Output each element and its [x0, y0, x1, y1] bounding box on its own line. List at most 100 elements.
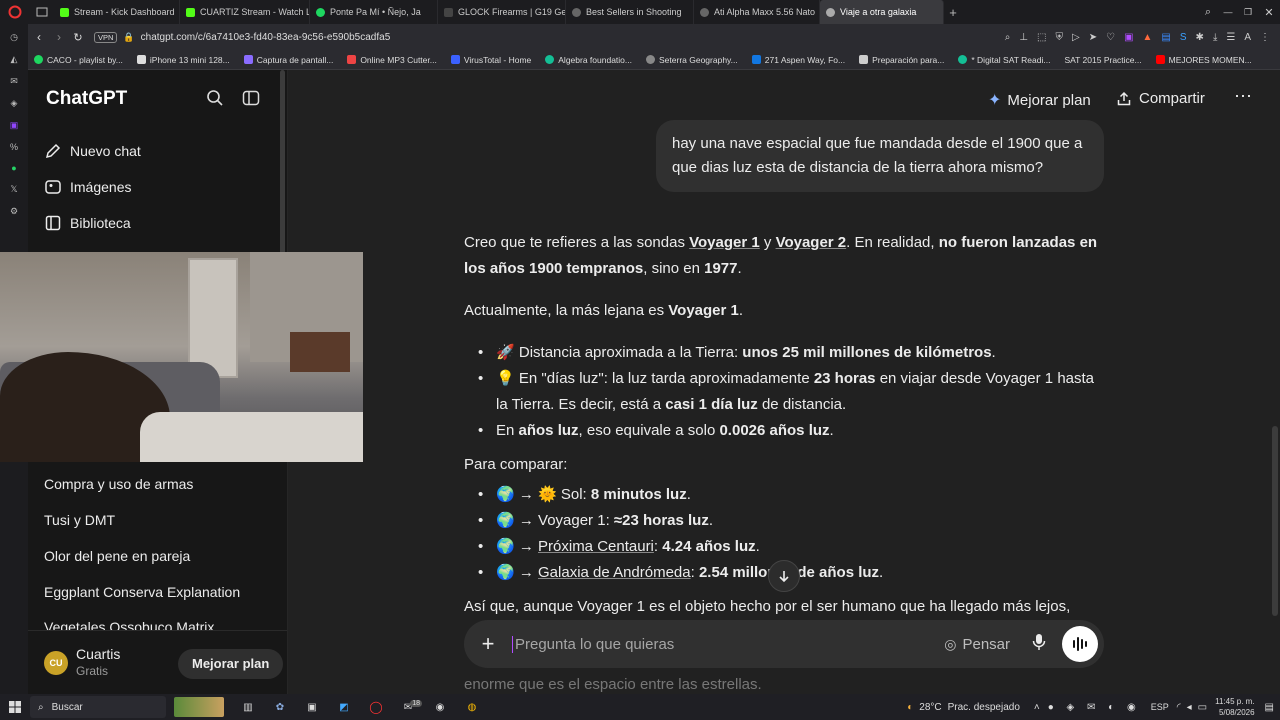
messenger-icon[interactable]: ✉ — [10, 76, 18, 87]
notification-icon[interactable]: ▤ — [1265, 702, 1274, 713]
pin-icon[interactable]: ⊥ — [1019, 32, 1028, 43]
crypto-icon[interactable]: % — [10, 142, 18, 152]
images-button[interactable]: Imágenes — [44, 178, 131, 196]
microphone-icon[interactable] — [1032, 633, 1046, 656]
bookmark-item[interactable]: MEJORES MOMEN... — [1155, 55, 1252, 65]
clock[interactable]: 11:45 p. m. 5/08/2026 — [1215, 696, 1254, 718]
new-chat-button[interactable]: Nuevo chat — [44, 142, 141, 160]
wifi-icon[interactable]: ◜ — [1177, 702, 1181, 713]
new-tab-button[interactable]: + — [944, 5, 962, 20]
bookmark-item[interactable]: VirusTotal - Home — [450, 55, 531, 65]
twitch-icon[interactable]: ▣ — [10, 120, 19, 131]
andromeda-link[interactable]: Galaxia de Andrómeda — [538, 564, 691, 581]
header-upgrade-button[interactable]: ✦ Mejorar plan — [988, 90, 1091, 110]
download-icon[interactable]: ⤓ — [1213, 32, 1217, 43]
attach-button[interactable]: + — [464, 631, 512, 657]
windows-start-icon[interactable] — [0, 701, 30, 713]
sidebar-upgrade-button[interactable]: Mejorar plan — [178, 649, 284, 679]
zoom-icon[interactable]: ⌕ — [1005, 32, 1011, 43]
share-button[interactable]: Compartir — [1116, 90, 1205, 107]
tab-cuartiz-stream[interactable]: CUARTIZ Stream - Watch L — [180, 0, 310, 24]
whatsapp-icon[interactable]: ● — [11, 163, 16, 173]
shield-icon[interactable]: ⛨ — [1056, 32, 1064, 43]
forward-icon[interactable]: › — [50, 30, 68, 44]
volume-icon[interactable]: ◂ — [1187, 702, 1192, 713]
tab-viaje-galaxia[interactable]: Viaje a otra galaxia — [820, 0, 944, 24]
close-icon[interactable]: ✕ — [1258, 6, 1280, 19]
x-icon[interactable]: 𝕏 — [10, 184, 17, 195]
copilot-icon[interactable]: ✿ — [264, 702, 296, 713]
play-icon[interactable]: ▷ — [1072, 32, 1080, 43]
bookmark-item[interactable]: iPhone 13 mini 128... — [136, 55, 230, 65]
ai-toolbar-icon[interactable]: A — [1244, 32, 1251, 43]
think-button[interactable]: ◎ Pensar — [944, 636, 1010, 653]
ai-icon[interactable]: ◈ — [11, 98, 18, 109]
reload-icon[interactable]: ↻ — [68, 31, 88, 44]
search-tabs-icon[interactable]: ⌕ — [1198, 6, 1218, 19]
history-icon[interactable]: ◷ — [10, 32, 18, 43]
taskbar-search[interactable]: ⌕ Buscar — [30, 696, 166, 718]
weather-icon[interactable]: ◐ — [907, 702, 913, 713]
bookmark-item[interactable]: Seterra Geography... — [646, 55, 738, 65]
voyager1-link[interactable]: Voyager 1 — [689, 234, 760, 251]
skype-icon[interactable]: S — [1180, 32, 1187, 43]
tab-ati-alpha[interactable]: Ati Alpha Maxx 5.56 Nato — [694, 0, 820, 24]
main-scrollbar[interactable] — [1272, 426, 1278, 616]
opera-taskbar-icon[interactable]: ◯ — [360, 700, 392, 714]
taskbar-widget[interactable] — [174, 697, 224, 717]
voice-mode-button[interactable] — [1062, 626, 1098, 662]
bookmark-item[interactable]: Algebra foundatio... — [545, 55, 632, 65]
easy-setup-icon[interactable]: ☰ — [1226, 32, 1235, 43]
user-profile[interactable]: CU Cuartis Gratis Mejorar plan — [28, 630, 287, 694]
aria-icon[interactable]: ◭ — [11, 54, 18, 65]
workspaces-icon[interactable] — [30, 0, 54, 24]
battery-icon[interactable]: ▭ — [1198, 702, 1207, 713]
bookmark-item[interactable]: CACO - playlist by... — [34, 55, 123, 65]
tab-spotify-song[interactable]: Ponte Pa Mí • Ñejo, Ja — [310, 0, 438, 24]
language-indicator[interactable]: ESP — [1151, 702, 1169, 712]
chatgpt-logo[interactable]: ChatGPT — [46, 88, 127, 110]
chat-history-item[interactable]: Compra y uso de armas — [44, 476, 193, 492]
bookmark-item[interactable]: 271 Aspen Way, Fo... — [751, 55, 845, 65]
camera-icon[interactable]: ▣ — [296, 702, 328, 713]
snapshot-icon[interactable]: ⬚ — [1037, 32, 1046, 43]
more-options-icon[interactable]: ⋯ — [1234, 86, 1252, 107]
url-field[interactable]: chatgpt.com/c/6a7410e3-fd40-83ea-9c56-e5… — [141, 32, 391, 43]
settings-icon[interactable]: ⚙ — [10, 206, 18, 217]
back-icon[interactable]: ‹ — [28, 30, 50, 44]
store-icon[interactable]: ◩ — [328, 702, 360, 713]
task-view-icon[interactable]: ▥ — [232, 702, 264, 713]
puzzle-icon[interactable]: ✱ — [1196, 32, 1204, 43]
bookmark-item[interactable]: Preparación para... — [859, 55, 944, 65]
extension-fire-icon[interactable]: ▲ — [1143, 32, 1153, 43]
vpn-badge[interactable]: VPN — [94, 31, 118, 43]
chat-history-item[interactable]: Eggplant Conserva Explanation — [44, 584, 240, 600]
chat-history-item[interactable]: Vegetales Ossobuco Matrix — [44, 619, 214, 630]
bookmark-item[interactable]: SAT 2015 Practice... — [1064, 55, 1141, 65]
bookmark-item[interactable]: Online MP3 Cutter... — [347, 55, 437, 65]
restore-icon[interactable]: ❐ — [1238, 7, 1258, 18]
minimize-icon[interactable]: — — [1218, 7, 1238, 17]
tab-best-sellers[interactable]: Best Sellers in Shooting — [566, 0, 694, 24]
tab-kick-dashboard[interactable]: Stream - Kick Dashboard — [54, 0, 180, 24]
extension-purple-icon[interactable]: ▣ — [1124, 32, 1133, 43]
bookmark-item[interactable]: * Digital SAT Readi... — [958, 55, 1050, 65]
prompt-input[interactable]: Pregunta lo que quieras — [512, 635, 944, 653]
chrome-icon[interactable]: ◍ — [456, 702, 488, 713]
library-button[interactable]: Biblioteca — [44, 214, 131, 232]
mail-icon[interactable]: ✉ 18 — [392, 699, 424, 713]
voyager2-link[interactable]: Voyager 2 — [776, 234, 847, 251]
toggle-sidebar-icon[interactable] — [242, 89, 260, 112]
tab-glock[interactable]: GLOCK Firearms | G19 Ge — [438, 0, 566, 24]
opera-menu-icon[interactable] — [0, 0, 30, 24]
chat-history-item[interactable]: Tusi y DMT — [44, 512, 115, 528]
scroll-down-button[interactable] — [768, 560, 800, 592]
chat-history-item[interactable]: Olor del pene en pareja — [44, 548, 190, 564]
send-icon[interactable]: ➤ — [1089, 32, 1097, 43]
bookmark-item[interactable]: Captura de pantall... — [243, 55, 333, 65]
search-chats-icon[interactable] — [206, 89, 224, 112]
extension-blue-icon[interactable]: ▤ — [1161, 32, 1170, 43]
obs-icon[interactable]: ◉ — [424, 702, 456, 713]
more-icon[interactable]: ⋮ — [1260, 32, 1270, 43]
tray-chevron-icon[interactable]: ˄ — [1034, 702, 1040, 713]
